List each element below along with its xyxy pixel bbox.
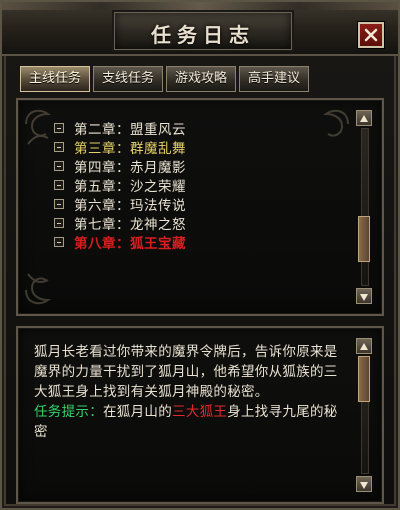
- chapter-label: 第二章：盟重风云: [74, 121, 186, 138]
- chapter-list: 第二章：盟重风云 第三章：群魔乱舞 第四章：赤月魔影 第五章：沙之荣耀 第六章：…: [54, 118, 326, 252]
- tab-game-guide[interactable]: 游戏攻略: [166, 66, 236, 92]
- close-button[interactable]: [358, 22, 384, 48]
- hint-target: 三大狐王: [172, 404, 228, 420]
- description-scrollbar[interactable]: [356, 338, 372, 492]
- description-panel: 狐月长老看过你带来的魔界令牌后，告诉你原来是魔界的力量干扰到了狐月山，他希望你从…: [16, 326, 384, 504]
- chapter-item[interactable]: 第五章：沙之荣耀: [54, 175, 326, 195]
- arrow-up-icon: [360, 115, 368, 122]
- collapse-icon: [54, 179, 64, 190]
- collapse-icon: [54, 160, 64, 171]
- title-plate: 任务日志: [114, 12, 292, 50]
- chapter-label: 第三章：群魔乱舞: [74, 140, 186, 157]
- scroll-down-button[interactable]: [356, 476, 372, 492]
- collapse-icon: [54, 141, 64, 152]
- chapter-item[interactable]: 第二章：盟重风云: [54, 118, 326, 138]
- tab-side-quest[interactable]: 支线任务: [93, 66, 163, 92]
- chapter-item[interactable]: 第四章：赤月魔影: [54, 156, 326, 176]
- chapter-item[interactable]: 第六章：玛法传说: [54, 194, 326, 214]
- chapter-label: 第四章：赤月魔影: [74, 159, 186, 176]
- chapter-item[interactable]: 第三章：群魔乱舞: [54, 137, 326, 157]
- arrow-down-icon: [360, 294, 368, 301]
- chapter-label: 第五章：沙之荣耀: [74, 178, 186, 195]
- collapse-icon: [54, 198, 64, 209]
- chapter-panel: 第二章：盟重风云 第三章：群魔乱舞 第四章：赤月魔影 第五章：沙之荣耀 第六章：…: [16, 98, 384, 316]
- collapse-icon: [54, 122, 64, 133]
- arrow-up-icon: [360, 343, 368, 350]
- scroll-up-button[interactable]: [356, 110, 372, 126]
- scroll-up-button[interactable]: [356, 338, 372, 354]
- quest-description: 狐月长老看过你带来的魔界令牌后，告诉你原来是魔界的力量干扰到了狐月山，他希望你从…: [34, 342, 338, 442]
- tab-bar: 主线任务 支线任务 游戏攻略 高手建议: [20, 66, 380, 92]
- arrow-down-icon: [360, 482, 368, 489]
- chapter-item[interactable]: 第八章：狐王宝藏: [54, 232, 326, 252]
- chapter-label: 第七章：龙神之怒: [74, 216, 186, 233]
- tab-expert-tips[interactable]: 高手建议: [239, 66, 309, 92]
- quest-hint: 任务提示：在狐月山的三大狐王身上找寻九尾的秘密: [34, 402, 338, 442]
- window-title: 任务日志: [151, 23, 255, 47]
- chapter-item[interactable]: 第七章：龙神之怒: [54, 213, 326, 233]
- hint-label: 任务提示：: [34, 404, 103, 420]
- collapse-icon: [54, 236, 64, 247]
- hint-text-before: 在狐月山的: [103, 404, 172, 420]
- collapse-icon: [54, 217, 64, 228]
- ornament-icon: [25, 273, 52, 305]
- scroll-thumb[interactable]: [358, 216, 370, 263]
- scroll-thumb[interactable]: [358, 355, 370, 402]
- close-icon: [364, 28, 378, 42]
- chapter-label: 第八章：狐王宝藏: [74, 235, 186, 252]
- title-bar: 任务日志: [2, 2, 398, 56]
- chapter-scrollbar[interactable]: [356, 110, 372, 304]
- chapter-label: 第六章：玛法传说: [74, 197, 186, 214]
- scroll-down-button[interactable]: [356, 288, 372, 304]
- quest-log-window: 任务日志 主线任务 支线任务 游戏攻略 高手建议 第二章：盟重风云 第三章：群魔…: [0, 0, 400, 510]
- tab-main-quest[interactable]: 主线任务: [20, 66, 90, 92]
- description-body: 狐月长老看过你带来的魔界令牌后，告诉你原来是魔界的力量干扰到了狐月山，他希望你从…: [34, 344, 338, 400]
